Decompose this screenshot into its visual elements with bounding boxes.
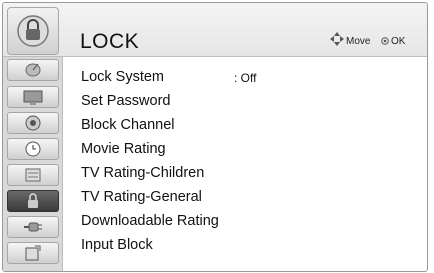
sidebar-item-time[interactable] xyxy=(7,138,59,160)
options-icon xyxy=(25,168,41,182)
menu-item-lock-system[interactable]: Lock System xyxy=(81,69,164,85)
sidebar-item-picture[interactable] xyxy=(7,86,59,108)
lock-system-value: : Off xyxy=(234,71,257,85)
audio-speaker-icon xyxy=(25,115,41,131)
ok-button-icon xyxy=(381,37,389,45)
menu-item-input-block[interactable]: Input Block xyxy=(81,237,153,253)
sidebar-item-audio[interactable] xyxy=(7,112,59,134)
lock-settings-list: Lock System : Off Set Password Block Cha… xyxy=(63,57,427,271)
lock-menu-window: LOCK Move OK Lock System: Off Set Passw… xyxy=(2,2,428,272)
sidebar-item-setup[interactable] xyxy=(7,59,59,81)
menu-item-movie-rating[interactable]: Movie Rating xyxy=(81,141,166,157)
lock-icon xyxy=(28,193,38,208)
menu-item-block-channel[interactable]: Block Channel xyxy=(81,117,175,133)
sidebar-item-input[interactable] xyxy=(7,216,59,238)
ok-hint: OK xyxy=(391,36,406,47)
header-bar: LOCK Move OK xyxy=(3,3,427,57)
picture-icon xyxy=(23,90,43,105)
input-connector-icon xyxy=(24,222,42,232)
clock-icon xyxy=(25,141,41,157)
usb-media-icon xyxy=(25,245,41,261)
satellite-dish-icon xyxy=(25,63,41,77)
menu-item-downloadable-rating[interactable]: Downloadable Rating xyxy=(81,213,219,229)
sidebar-item-usb[interactable] xyxy=(7,242,59,264)
page-title: LOCK xyxy=(80,30,140,53)
lock-icon xyxy=(7,7,59,55)
menu-item-tv-rating-children[interactable]: TV Rating-Children xyxy=(81,165,204,181)
sidebar-item-lock[interactable] xyxy=(7,190,59,212)
move-arrows-icon xyxy=(330,32,344,46)
menu-item-set-password[interactable]: Set Password xyxy=(81,93,170,109)
category-sidebar xyxy=(3,57,63,271)
move-hint: Move xyxy=(346,36,371,47)
sidebar-item-option[interactable] xyxy=(7,164,59,186)
menu-item-tv-rating-general[interactable]: TV Rating-General xyxy=(81,189,202,205)
